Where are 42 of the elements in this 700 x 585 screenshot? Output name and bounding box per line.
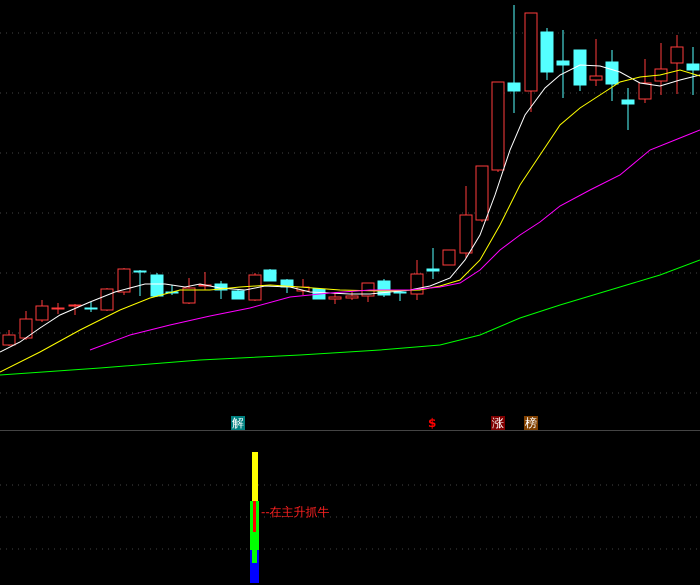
candlestick bbox=[410, 260, 424, 300]
candlestick bbox=[574, 50, 586, 92]
candlestick bbox=[556, 30, 570, 98]
candlestick bbox=[150, 272, 164, 298]
candlestick bbox=[328, 292, 342, 304]
candlestick bbox=[346, 292, 358, 300]
candlestick bbox=[590, 38, 602, 86]
candlestick bbox=[654, 42, 668, 96]
signal-marker: $ bbox=[428, 416, 436, 430]
candlestick bbox=[2, 330, 16, 346]
candlestick bbox=[118, 268, 130, 296]
signal-badge: 解 bbox=[231, 416, 245, 430]
candlestick bbox=[100, 288, 114, 312]
candlestick bbox=[670, 34, 684, 94]
candlestick bbox=[638, 58, 652, 104]
candlestick bbox=[540, 28, 554, 80]
candlestick bbox=[686, 46, 700, 96]
candlestick bbox=[362, 282, 374, 302]
candlestick bbox=[232, 290, 244, 300]
candlestick bbox=[182, 278, 196, 304]
candlestick bbox=[166, 284, 178, 296]
candlestick bbox=[426, 248, 440, 280]
candlestick bbox=[606, 50, 618, 102]
candlestick bbox=[134, 270, 146, 296]
candlestick bbox=[84, 302, 98, 312]
candlestick bbox=[198, 272, 212, 290]
candlestick bbox=[248, 272, 262, 302]
candlestick bbox=[68, 304, 82, 316]
signal-badge: 榜 bbox=[524, 416, 538, 430]
candlestick bbox=[52, 302, 64, 314]
signal-badge: 涨 bbox=[491, 416, 505, 430]
candlestick bbox=[280, 278, 294, 294]
candlestick bbox=[476, 166, 488, 222]
candlestick bbox=[394, 290, 406, 302]
candlestick bbox=[36, 300, 48, 322]
candlestick bbox=[296, 278, 310, 296]
candlestick bbox=[622, 88, 634, 130]
candlestick bbox=[20, 310, 32, 340]
annotation-text: --在主升抓牛 bbox=[261, 504, 330, 521]
candlestick bbox=[442, 250, 456, 266]
candlestick bbox=[264, 268, 276, 282]
candlestick bbox=[214, 280, 228, 300]
